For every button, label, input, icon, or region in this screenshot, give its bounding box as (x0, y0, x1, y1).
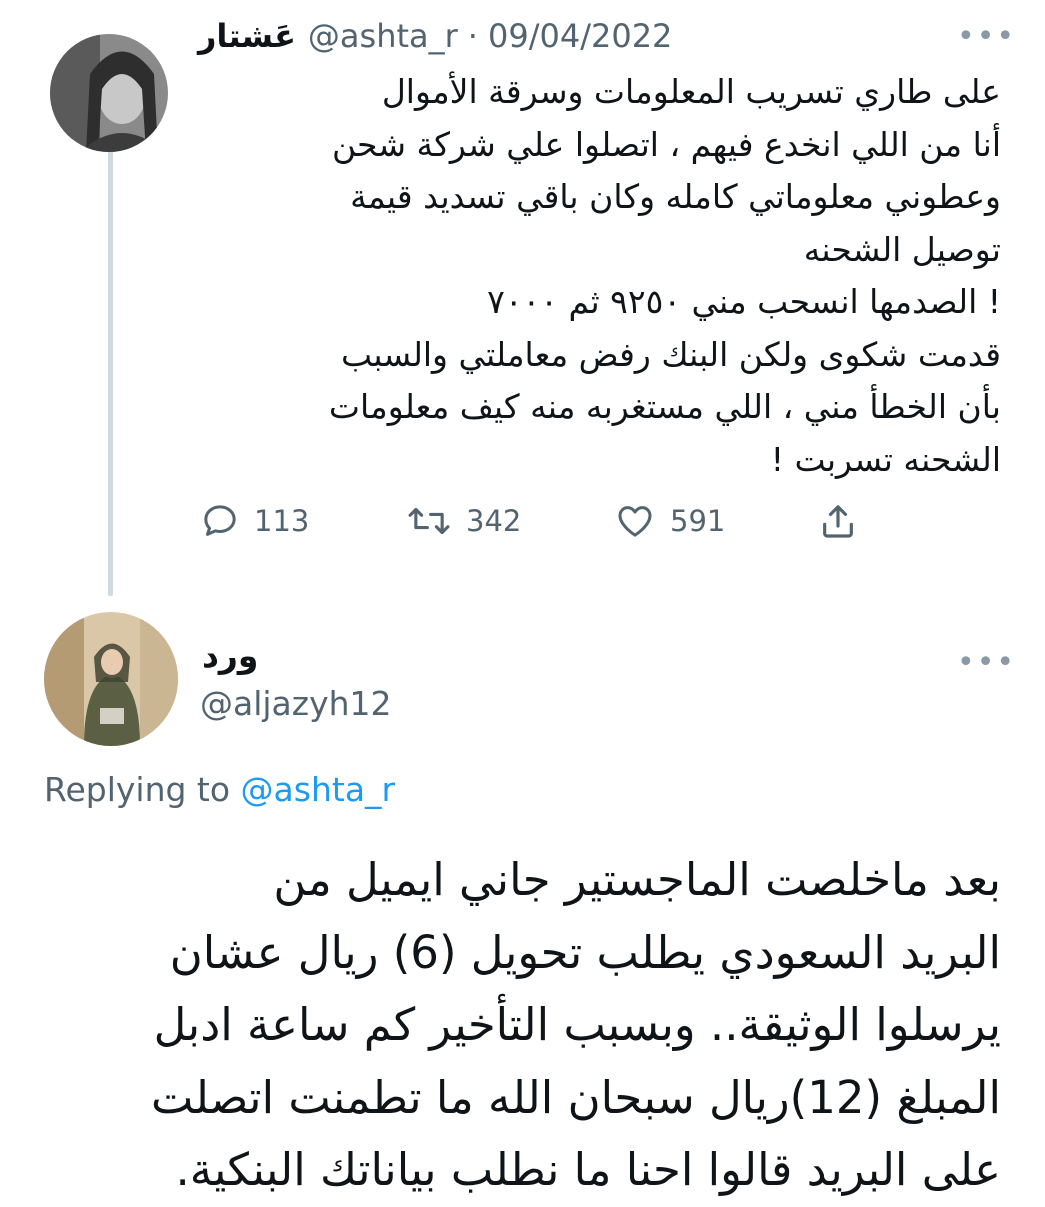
tweet-text: على طاري تسريب المعلومات وسرقة الأموال أ… (328, 72, 1001, 479)
more-icon[interactable]: ••• (957, 648, 1016, 678)
replying-prefix: Replying to (44, 770, 231, 809)
retweet-count: 342 (466, 504, 522, 538)
like-count: 591 (670, 504, 726, 538)
reply-author-handle[interactable]: @aljazyh12 (200, 684, 392, 723)
reply-author-name[interactable]: ورد (202, 636, 258, 675)
avatar-photo-icon (50, 34, 168, 152)
tweet-date[interactable]: 09/04/2022 (488, 17, 672, 55)
header-separator: · (467, 17, 478, 55)
retweet-button[interactable]: 342 (406, 496, 521, 546)
reply-author-avatar[interactable] (44, 612, 178, 746)
share-icon (823, 505, 853, 538)
reply-text: بعد ماخلصت الماجستير جاني ايميل من البري… (150, 853, 1001, 1196)
like-icon (618, 506, 652, 537)
reply-count: 113 (254, 504, 310, 538)
tweet-header: عَشتار @ashta_r · 09/04/2022 (198, 12, 672, 60)
replying-to: Replying to @ashta_r (44, 770, 395, 809)
reply-icon (204, 505, 236, 536)
like-button[interactable]: 591 (614, 496, 725, 546)
author-handle[interactable]: @ashta_r (308, 17, 458, 55)
author-avatar[interactable] (50, 34, 168, 152)
replying-to-handle-link[interactable]: @ashta_r (241, 770, 396, 809)
author-name[interactable]: عَشتار (198, 17, 296, 55)
avatar-photo-icon (44, 612, 178, 746)
share-button[interactable] (818, 496, 858, 546)
retweet-icon (408, 507, 450, 535)
reply-button[interactable]: 113 (200, 496, 309, 546)
thread-connector-line (108, 138, 113, 596)
more-icon[interactable]: ••• (957, 22, 1016, 52)
